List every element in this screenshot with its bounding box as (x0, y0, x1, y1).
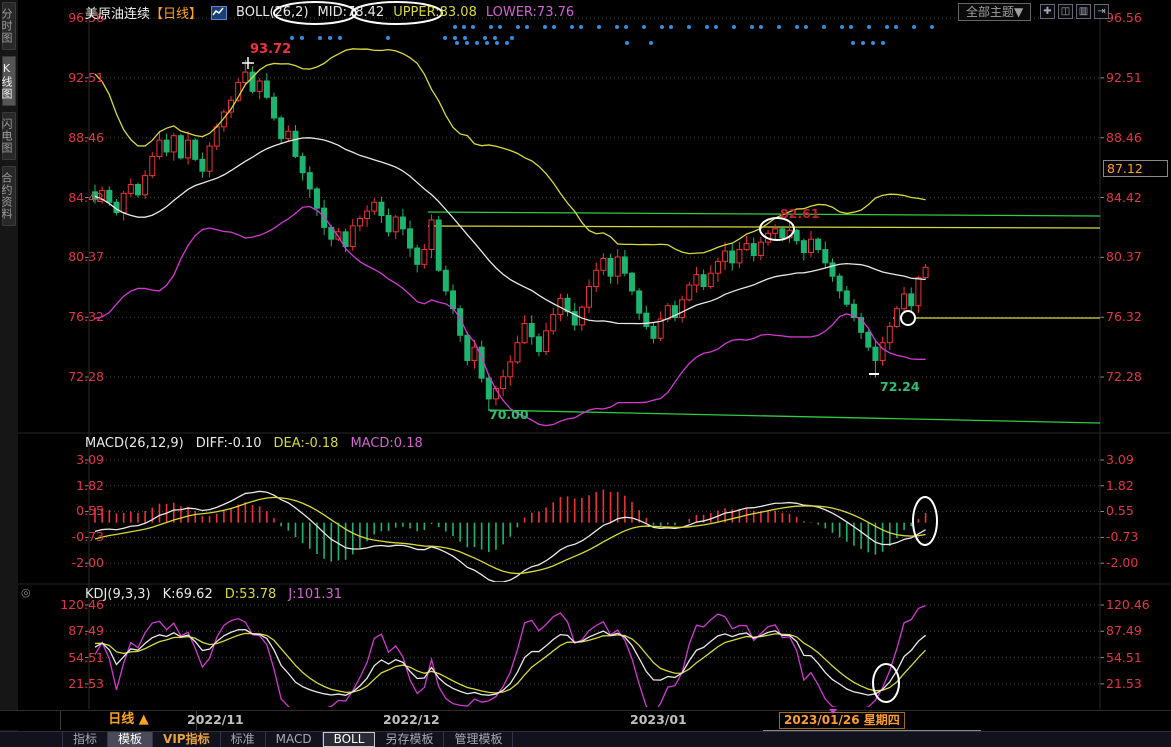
price-axis-label: 84.42 (44, 191, 104, 205)
boll-lower-value: LOWER:73.76 (486, 5, 574, 20)
price-axis-label: 88.46 (44, 131, 104, 145)
current-date-box: 2023/01/26 星期四 (779, 712, 905, 729)
chart-canvas[interactable] (0, 0, 1171, 747)
indicator-settings-icon[interactable]: ◎ (21, 586, 31, 599)
left-sidebar: 分时图 K线图闪电图合约资料 (0, 0, 18, 747)
period-tag[interactable]: 【日线】 (150, 7, 202, 22)
price-axis-label: 92.51 (1106, 71, 1142, 85)
sidebar-item-2[interactable]: 闪电图 (2, 112, 16, 160)
price-axis-label: 120.46 (1106, 598, 1150, 612)
chart-annotation: 70.00 (489, 407, 529, 422)
price-axis-label: 3.09 (1106, 453, 1134, 467)
sidebar-item-0[interactable]: 分时图 (2, 2, 16, 50)
tab-指标[interactable]: 指标 (62, 732, 108, 747)
new-window-icon[interactable]: ◫ (1058, 4, 1073, 19)
price-axis-label: 88.46 (1106, 131, 1142, 145)
price-axis-label: 54.51 (1106, 651, 1142, 665)
price-axis-label: -2.00 (44, 556, 104, 570)
chart-annotation: 93.72 (250, 42, 291, 57)
tab-管理模板[interactable]: 管理模板 (444, 732, 513, 747)
price-axis-label: 87.49 (44, 624, 104, 638)
tab-BOLL[interactable]: BOLL (323, 732, 376, 747)
time-label: 2022/12 (383, 712, 440, 727)
chart-annotation: 82.61 (780, 206, 820, 221)
bottom-tab-bar: 指标模板VIP指标标准MACDBOLL另存模板管理模板 (0, 731, 1171, 747)
kdj-d-value: D:53.78 (225, 587, 277, 602)
price-axis-label: 21.53 (1106, 677, 1142, 691)
kdj-k-value: K:69.62 (163, 587, 213, 602)
macd-panel[interactable] (95, 489, 926, 582)
exit-icon[interactable]: ⇥ (1094, 4, 1109, 19)
price-axis-label: 54.51 (44, 651, 104, 665)
window-control-icons: ✚◫▥⇥ (1040, 4, 1109, 19)
price-axis-label: -0.73 (1106, 530, 1138, 544)
boll-upper-value: UPPER:83.08 (393, 5, 477, 20)
last-price-box: 87.12 (1103, 160, 1168, 177)
crosshair-icon[interactable]: ✚ (1040, 4, 1055, 19)
main-panel[interactable] (93, 49, 1101, 426)
price-axis-label: 0.55 (44, 504, 104, 518)
price-axis-label: 76.32 (1106, 310, 1142, 324)
kdj-pane-header: KDJ(9,3,3) K:69.62 D:53.78 J:101.31 (85, 587, 342, 602)
symbol-title: 美原油连续 (85, 7, 150, 22)
indicator-name[interactable]: BOLL(26,2) (236, 5, 309, 20)
kdj-title[interactable]: KDJ(9,3,3) (85, 587, 151, 602)
price-axis-label: 80.37 (44, 250, 104, 264)
macd-title[interactable]: MACD(26,12,9) (85, 436, 184, 451)
macd-pane-header: MACD(26,12,9) DIFF:-0.10 DEA:-0.18 MACD:… (85, 436, 423, 451)
chart-type-icon[interactable] (211, 6, 227, 20)
price-axis-label: 87.49 (1106, 624, 1142, 638)
chart-annotation: 72.24 (880, 379, 920, 394)
price-axis-label: 76.32 (44, 310, 104, 324)
time-label: 2022/11 (187, 712, 244, 727)
sidebar-item-3[interactable]: 合约资料 (2, 166, 16, 226)
chart-header: 美原油连续【日线】 BOLL(26,2) MID:78.42 UPPER:83.… (85, 3, 574, 22)
macd-diff-value: DIFF:-0.10 (196, 436, 262, 451)
price-axis-label: 72.28 (1106, 370, 1142, 384)
tab-模板[interactable]: 模板 (108, 732, 153, 747)
signal-dots (290, 25, 934, 45)
kdj-panel[interactable] (95, 606, 926, 716)
price-axis-label: 3.09 (44, 453, 104, 467)
candlestick-series[interactable] (93, 60, 929, 411)
price-axis-label: -2.00 (1106, 556, 1138, 570)
highlight-ellipses (242, 2, 937, 702)
price-axis-label: 1.82 (1106, 479, 1134, 493)
tab-VIP指标[interactable]: VIP指标 (153, 732, 221, 747)
macd-hist-value: MACD:0.18 (350, 436, 422, 451)
price-axis-label: -0.73 (44, 530, 104, 544)
price-axis-label: 80.37 (1106, 250, 1142, 264)
tab-另存模板[interactable]: 另存模板 (375, 732, 444, 747)
price-axis-label: 21.53 (44, 677, 104, 691)
price-axis-label: 84.42 (1106, 191, 1142, 205)
price-axis-label: 1.82 (44, 479, 104, 493)
time-label: 2023/01 (630, 712, 687, 727)
trading-app: 分时图 K线图闪电图合约资料 美原油连续【日线】 BOLL(26,2) MID:7… (0, 0, 1171, 747)
macd-dea-value: DEA:-0.18 (274, 436, 339, 451)
price-axis-label: 0.55 (1106, 504, 1134, 518)
price-axis-label: 72.28 (44, 370, 104, 384)
sidebar-item-1[interactable]: K线图 (2, 56, 16, 106)
tab-MACD[interactable]: MACD (266, 732, 323, 747)
price-axis-label: 96.56 (1106, 11, 1142, 25)
date-marker-icon (829, 709, 837, 714)
bar-chart-icon[interactable]: ▥ (1076, 4, 1091, 19)
price-axis-label: 92.51 (44, 71, 104, 85)
time-axis: 日线 ▲ 2023/01/26 星期四 2022/11 2022/12 2023/0… (0, 710, 1171, 730)
tab-标准[interactable]: 标准 (221, 732, 266, 747)
boll-mid-value: MID:78.42 (318, 5, 385, 20)
period-cell[interactable]: 日线 ▲ (60, 711, 197, 730)
theme-selector-button[interactable]: 全部主题▼ (958, 3, 1031, 21)
kdj-j-value: J:101.31 (288, 587, 342, 602)
